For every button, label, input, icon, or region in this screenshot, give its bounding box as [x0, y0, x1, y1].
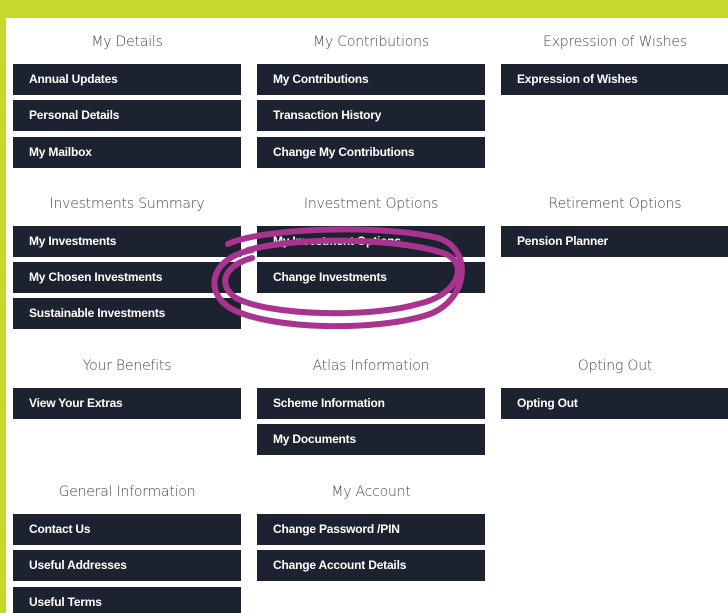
my-documents-button[interactable]: My Documents [257, 424, 485, 455]
my-contributions-button[interactable]: My Contributions [257, 64, 485, 95]
top-border [0, 0, 728, 18]
my-chosen-investments-button[interactable]: My Chosen Investments [13, 262, 241, 293]
change-account-details-button[interactable]: Change Account Details [257, 550, 485, 581]
left-border [0, 0, 6, 613]
heading-my-details: My Details [91, 34, 163, 50]
heading-investment-options: Investment Options [303, 196, 439, 212]
contact-us-button[interactable]: Contact Us [13, 514, 241, 545]
heading-your-benefits: Your Benefits [82, 358, 172, 374]
useful-addresses-button[interactable]: Useful Addresses [13, 550, 241, 581]
my-investment-options-button[interactable]: My Investment Options [257, 226, 485, 257]
opting-out-button[interactable]: Opting Out [501, 388, 728, 419]
useful-terms-button[interactable]: Useful Terms [13, 587, 241, 613]
heading-investments-summary: Investments Summary [49, 196, 205, 212]
expression-of-wishes-button[interactable]: Expression of Wishes [501, 64, 728, 95]
annual-updates-button[interactable]: Annual Updates [13, 64, 241, 95]
sustainable-investments-button[interactable]: Sustainable Investments [13, 298, 241, 329]
heading-atlas-information: Atlas Information [312, 358, 430, 374]
heading-my-account: My Account [331, 484, 411, 500]
change-investments-button[interactable]: Change Investments [257, 262, 485, 293]
scheme-information-button[interactable]: Scheme Information [257, 388, 485, 419]
my-mailbox-button[interactable]: My Mailbox [13, 137, 241, 168]
heading-retirement-options: Retirement Options [548, 196, 682, 212]
my-investments-button[interactable]: My Investments [13, 226, 241, 257]
heading-expression-of-wishes: Expression of Wishes [543, 34, 687, 50]
heading-general-information: General Information [58, 484, 196, 500]
heading-opting-out: Opting Out [577, 358, 653, 374]
transaction-history-button[interactable]: Transaction History [257, 100, 485, 131]
personal-details-button[interactable]: Personal Details [13, 100, 241, 131]
pension-planner-button[interactable]: Pension Planner [501, 226, 728, 257]
view-your-extras-button[interactable]: View Your Extras [13, 388, 241, 419]
change-my-contributions-button[interactable]: Change My Contributions [257, 137, 485, 168]
heading-my-contributions: My Contributions [313, 34, 429, 50]
change-password-pin-button[interactable]: Change Password /PIN [257, 514, 485, 545]
